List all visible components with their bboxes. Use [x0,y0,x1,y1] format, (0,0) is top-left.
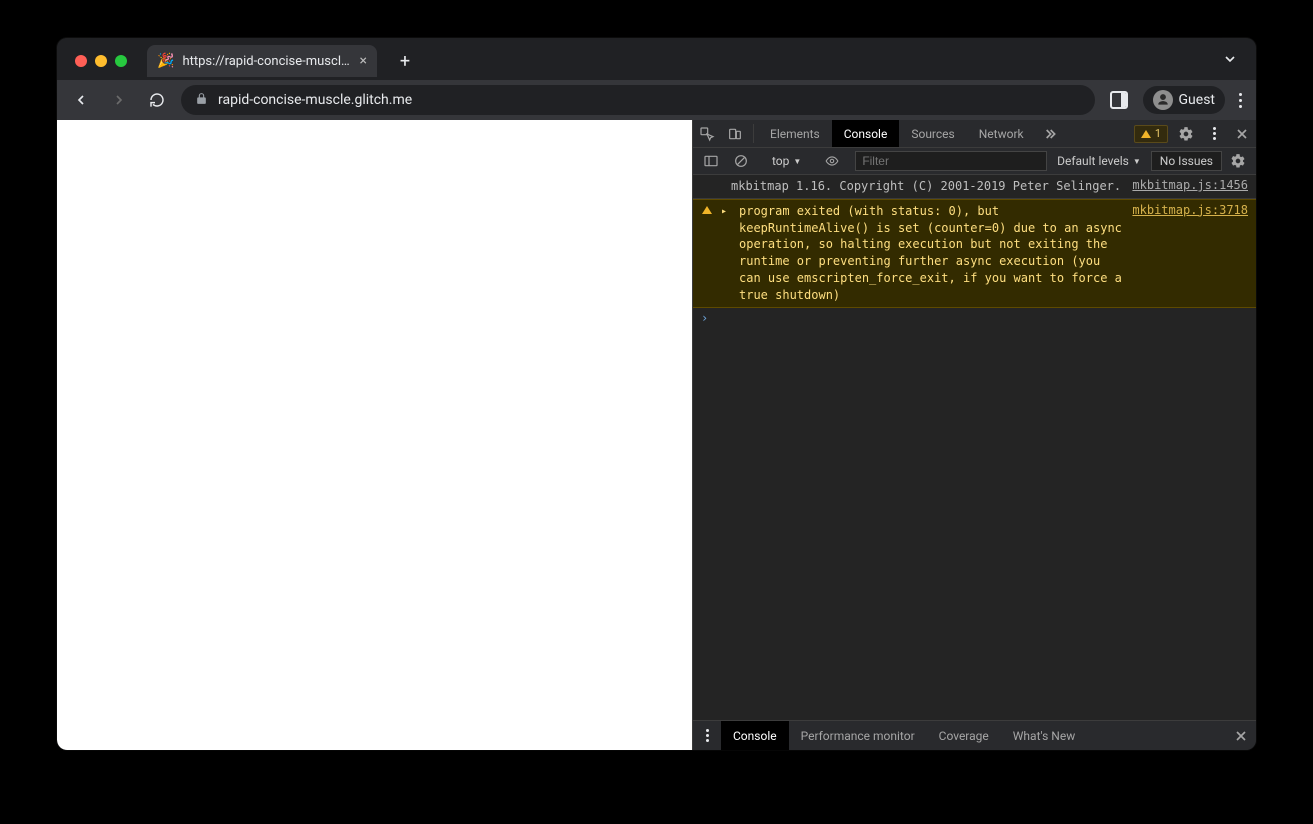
console-output[interactable]: mkbitmap 1.16. Copyright (C) 2001-2019 P… [693,175,1256,720]
console-log-message: mkbitmap 1.16. Copyright (C) 2001-2019 P… [721,178,1124,195]
devtools-settings-button[interactable] [1172,120,1200,147]
window-traffic-lights[interactable] [75,55,127,67]
console-warning-message: program exited (with status: 0), but kee… [739,203,1124,304]
maximize-window-button[interactable] [115,55,127,67]
console-prompt[interactable] [693,308,1256,328]
inspect-element-button[interactable] [693,120,721,147]
context-selector[interactable]: top ▼ [764,154,809,168]
console-filter-input[interactable] [855,151,1047,171]
devtools-tabbar: Elements Console Sources Network 1 [693,120,1256,148]
warnings-count: 1 [1155,127,1161,140]
tab-favicon-icon: 🎉 [157,53,174,69]
profile-button[interactable]: Guest [1143,86,1225,114]
tab-network[interactable]: Network [967,120,1036,147]
reload-button[interactable] [143,86,171,114]
console-warning-source-link[interactable]: mkbitmap.js:3718 [1132,203,1248,217]
drawer-tab-coverage[interactable]: Coverage [927,721,1001,750]
console-warning-row: program exited (with status: 0), but kee… [693,199,1256,308]
devtools-panel: Elements Console Sources Network 1 [692,120,1256,750]
close-tab-button[interactable]: × [360,53,367,69]
console-log-row: mkbitmap 1.16. Copyright (C) 2001-2019 P… [693,175,1256,199]
console-toolbar: top ▼ Default levels ▼ No Issues [693,148,1256,175]
new-tab-button[interactable]: + [391,47,419,75]
url-omnibox[interactable]: rapid-concise-muscle.glitch.me [181,85,1095,115]
tab-title: https://rapid-concise-muscle.g [182,54,351,69]
tab-strip: 🎉 https://rapid-concise-muscle.g × + [57,38,1256,80]
context-selector-label: top [772,154,789,168]
warning-icon [701,203,713,214]
log-levels-selector[interactable]: Default levels ▼ [1049,154,1149,168]
address-bar-row: rapid-concise-muscle.glitch.me Guest [57,80,1256,120]
drawer-tab-whats-new[interactable]: What's New [1001,721,1087,750]
warnings-chip[interactable]: 1 [1134,125,1168,143]
browser-tab[interactable]: 🎉 https://rapid-concise-muscle.g × [147,45,377,77]
devtools-close-button[interactable] [1228,120,1256,147]
profile-label: Guest [1179,92,1215,108]
close-window-button[interactable] [75,55,87,67]
avatar-icon [1153,90,1173,110]
side-panel-button[interactable] [1105,86,1133,114]
back-button[interactable] [67,86,95,114]
lock-icon [195,92,208,109]
minimize-window-button[interactable] [95,55,107,67]
devtools-drawer: Console Performance monitor Coverage Wha… [693,720,1256,750]
drawer-close-button[interactable] [1226,721,1256,750]
device-toolbar-button[interactable] [721,120,749,147]
drawer-tab-console[interactable]: Console [721,721,789,750]
console-settings-button[interactable] [1224,153,1252,169]
page-viewport[interactable] [57,120,692,750]
more-tabs-button[interactable] [1036,120,1064,147]
drawer-tab-performance-monitor[interactable]: Performance monitor [789,721,927,750]
console-log-source-link[interactable]: mkbitmap.js:1456 [1132,178,1248,192]
tab-search-button[interactable] [1214,47,1246,75]
tab-console[interactable]: Console [832,120,900,147]
browser-menu-button[interactable] [1235,89,1246,112]
expand-caret-icon[interactable] [721,203,731,217]
forward-button[interactable] [105,86,133,114]
log-levels-label: Default levels [1057,154,1129,168]
tab-sources[interactable]: Sources [899,120,966,147]
clear-console-button[interactable] [727,153,755,169]
url-text: rapid-concise-muscle.glitch.me [218,92,412,108]
tab-elements[interactable]: Elements [758,120,832,147]
live-expression-button[interactable] [818,154,846,168]
warning-icon [1141,130,1151,138]
browser-window: 🎉 https://rapid-concise-muscle.g × + rap… [57,38,1256,750]
console-sidebar-toggle-button[interactable] [697,153,725,169]
no-issues-button[interactable]: No Issues [1151,151,1222,171]
drawer-menu-button[interactable] [693,721,721,750]
devtools-menu-button[interactable] [1200,120,1228,147]
